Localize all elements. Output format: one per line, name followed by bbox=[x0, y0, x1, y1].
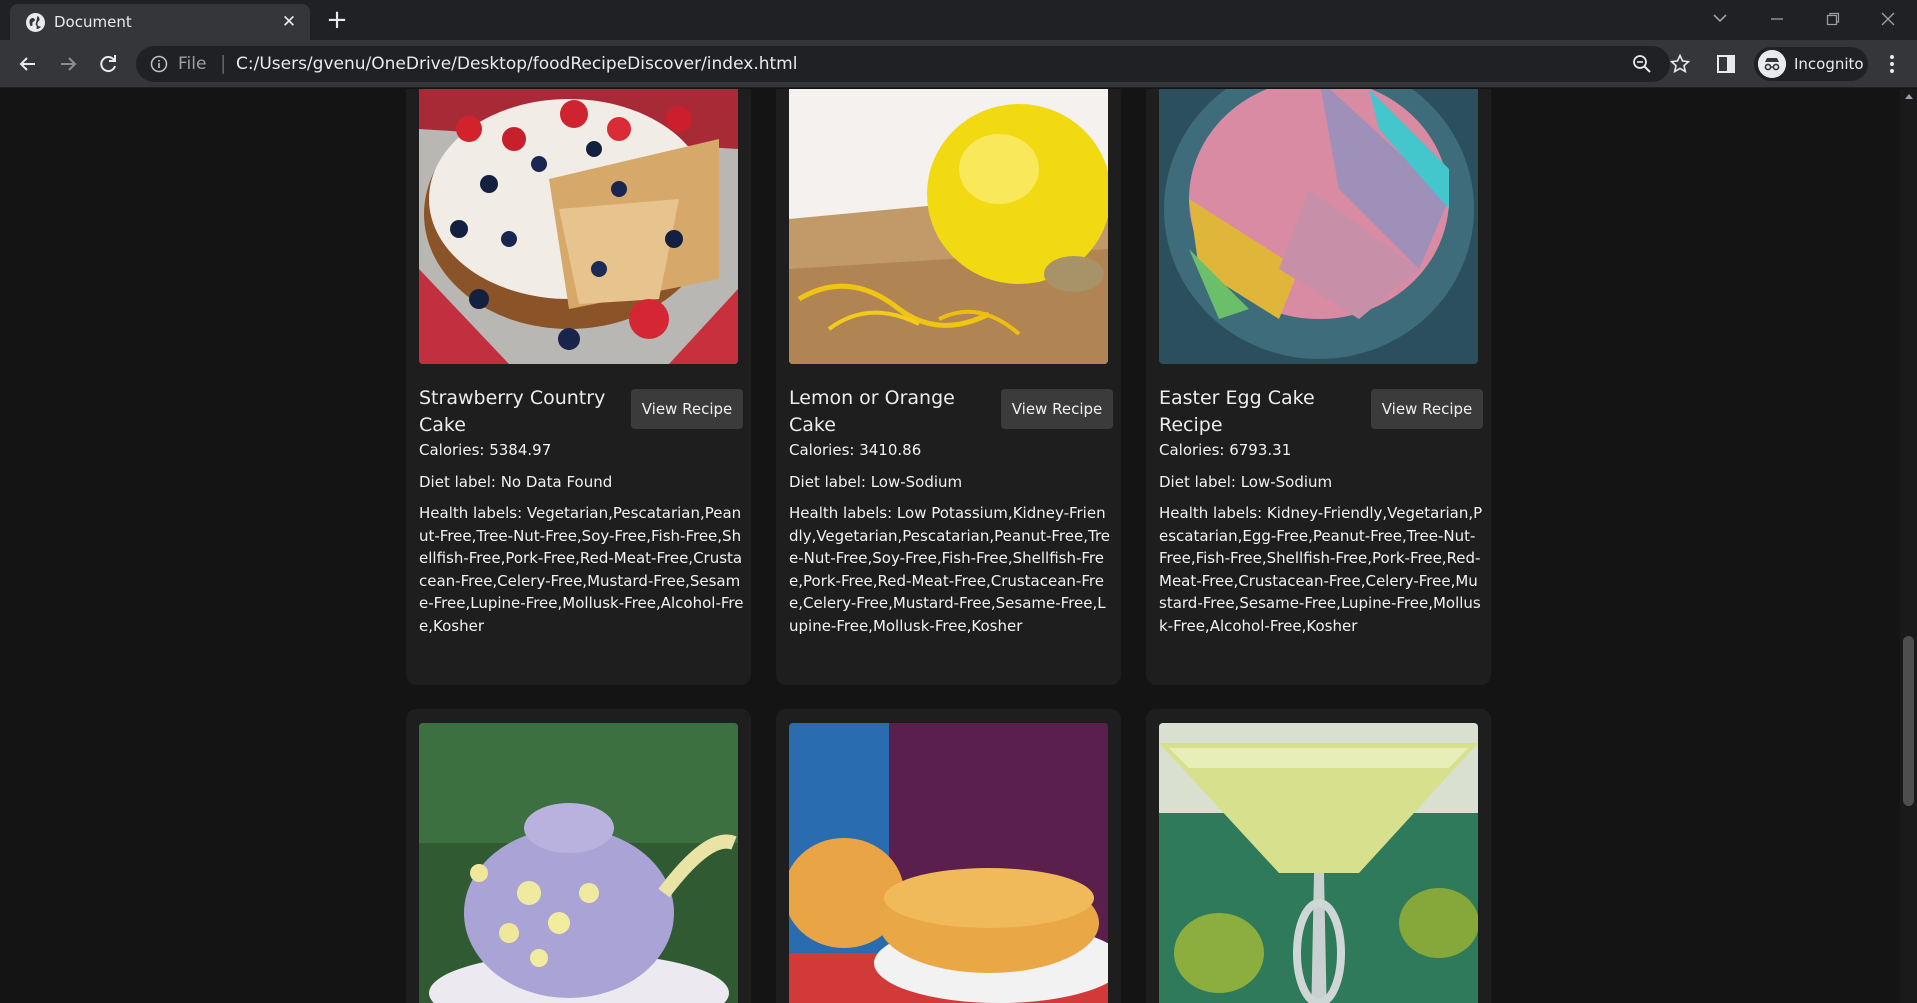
recipe-diet-label: Diet label: Low-Sodium bbox=[789, 473, 963, 491]
view-recipe-button[interactable]: View Recipe bbox=[631, 389, 743, 429]
zoom-icon[interactable] bbox=[1632, 54, 1652, 74]
view-recipe-button[interactable]: View Recipe bbox=[1001, 389, 1113, 429]
new-tab-icon[interactable]: + bbox=[324, 7, 350, 33]
tab-search-icon[interactable] bbox=[1698, 6, 1742, 32]
recipe-health-labels: Health labels: Kidney-Friendly,Vegetaria… bbox=[1159, 504, 1483, 635]
url-scheme-label: File bbox=[178, 54, 207, 74]
side-panel-icon[interactable] bbox=[1716, 54, 1736, 74]
tab-title: Document bbox=[54, 13, 132, 31]
recipe-image bbox=[789, 89, 1108, 364]
browser-toolbar: File | C:/Users/gvenu/OneDrive/Desktop/f… bbox=[0, 40, 1917, 88]
bookmark-star-icon[interactable] bbox=[1670, 54, 1690, 74]
recipe-image bbox=[419, 89, 738, 364]
globe-icon bbox=[26, 13, 45, 32]
browser-tab[interactable]: Document ✕ bbox=[10, 4, 310, 40]
incognito-icon bbox=[1758, 50, 1786, 78]
recipe-image bbox=[419, 723, 738, 1003]
info-icon[interactable] bbox=[150, 55, 168, 73]
close-tab-icon[interactable]: ✕ bbox=[278, 11, 300, 33]
recipe-title: Lemon or Orange Cake bbox=[789, 387, 955, 436]
recipe-diet-label: Diet label: No Data Found bbox=[419, 473, 613, 491]
recipe-title: Strawberry Country Cake bbox=[419, 387, 606, 436]
scrollbar-thumb[interactable] bbox=[1903, 636, 1914, 806]
recipe-image bbox=[1159, 89, 1478, 364]
url-separator: | bbox=[220, 52, 227, 74]
close-window-icon[interactable] bbox=[1866, 6, 1910, 32]
recipe-calories: Calories: 6793.31 bbox=[1159, 441, 1292, 459]
incognito-label: Incognito bbox=[1794, 55, 1864, 73]
recipe-calories: Calories: 5384.97 bbox=[419, 441, 552, 459]
recipe-card: Strawberry Country Cake View Recipe Calo… bbox=[406, 89, 751, 685]
recipe-health-labels: Health labels: Vegetarian,Pescatarian,Pe… bbox=[419, 504, 744, 635]
browser-menu-icon[interactable] bbox=[1880, 52, 1904, 76]
back-arrow-icon[interactable] bbox=[14, 50, 42, 78]
incognito-profile-button[interactable]: Incognito bbox=[1754, 47, 1868, 81]
recipe-image bbox=[789, 723, 1108, 1003]
address-bar[interactable]: File | C:/Users/gvenu/OneDrive/Desktop/f… bbox=[136, 46, 1670, 82]
reload-icon[interactable] bbox=[94, 50, 122, 78]
scroll-up-arrow-icon[interactable] bbox=[1905, 94, 1913, 99]
recipe-card bbox=[776, 709, 1121, 1003]
browser-tab-strip: Document ✕ + bbox=[0, 0, 1917, 40]
url-text[interactable]: C:/Users/gvenu/OneDrive/Desktop/foodReci… bbox=[236, 54, 797, 74]
recipe-diet-label: Diet label: Low-Sodium bbox=[1159, 473, 1333, 491]
forward-arrow-icon[interactable] bbox=[54, 50, 82, 78]
recipe-card: Easter Egg Cake Recipe View Recipe Calor… bbox=[1146, 89, 1491, 685]
recipe-calories: Calories: 3410.86 bbox=[789, 441, 922, 459]
recipe-health-labels: Health labels: Low Potassium,Kidney-Frie… bbox=[789, 504, 1111, 635]
recipe-image bbox=[1159, 723, 1478, 1003]
view-recipe-button[interactable]: View Recipe bbox=[1371, 389, 1483, 429]
recipe-card bbox=[1146, 709, 1491, 1003]
minimize-icon[interactable] bbox=[1755, 6, 1799, 32]
recipe-title: Easter Egg Cake Recipe bbox=[1159, 387, 1315, 436]
recipe-card bbox=[406, 709, 751, 1003]
page-viewport: Strawberry Country Cake View Recipe Calo… bbox=[0, 89, 1900, 1003]
restore-icon[interactable] bbox=[1811, 6, 1855, 32]
page-scrollbar[interactable] bbox=[1900, 89, 1917, 1003]
recipe-card: Lemon or Orange Cake View Recipe Calorie… bbox=[776, 89, 1121, 685]
